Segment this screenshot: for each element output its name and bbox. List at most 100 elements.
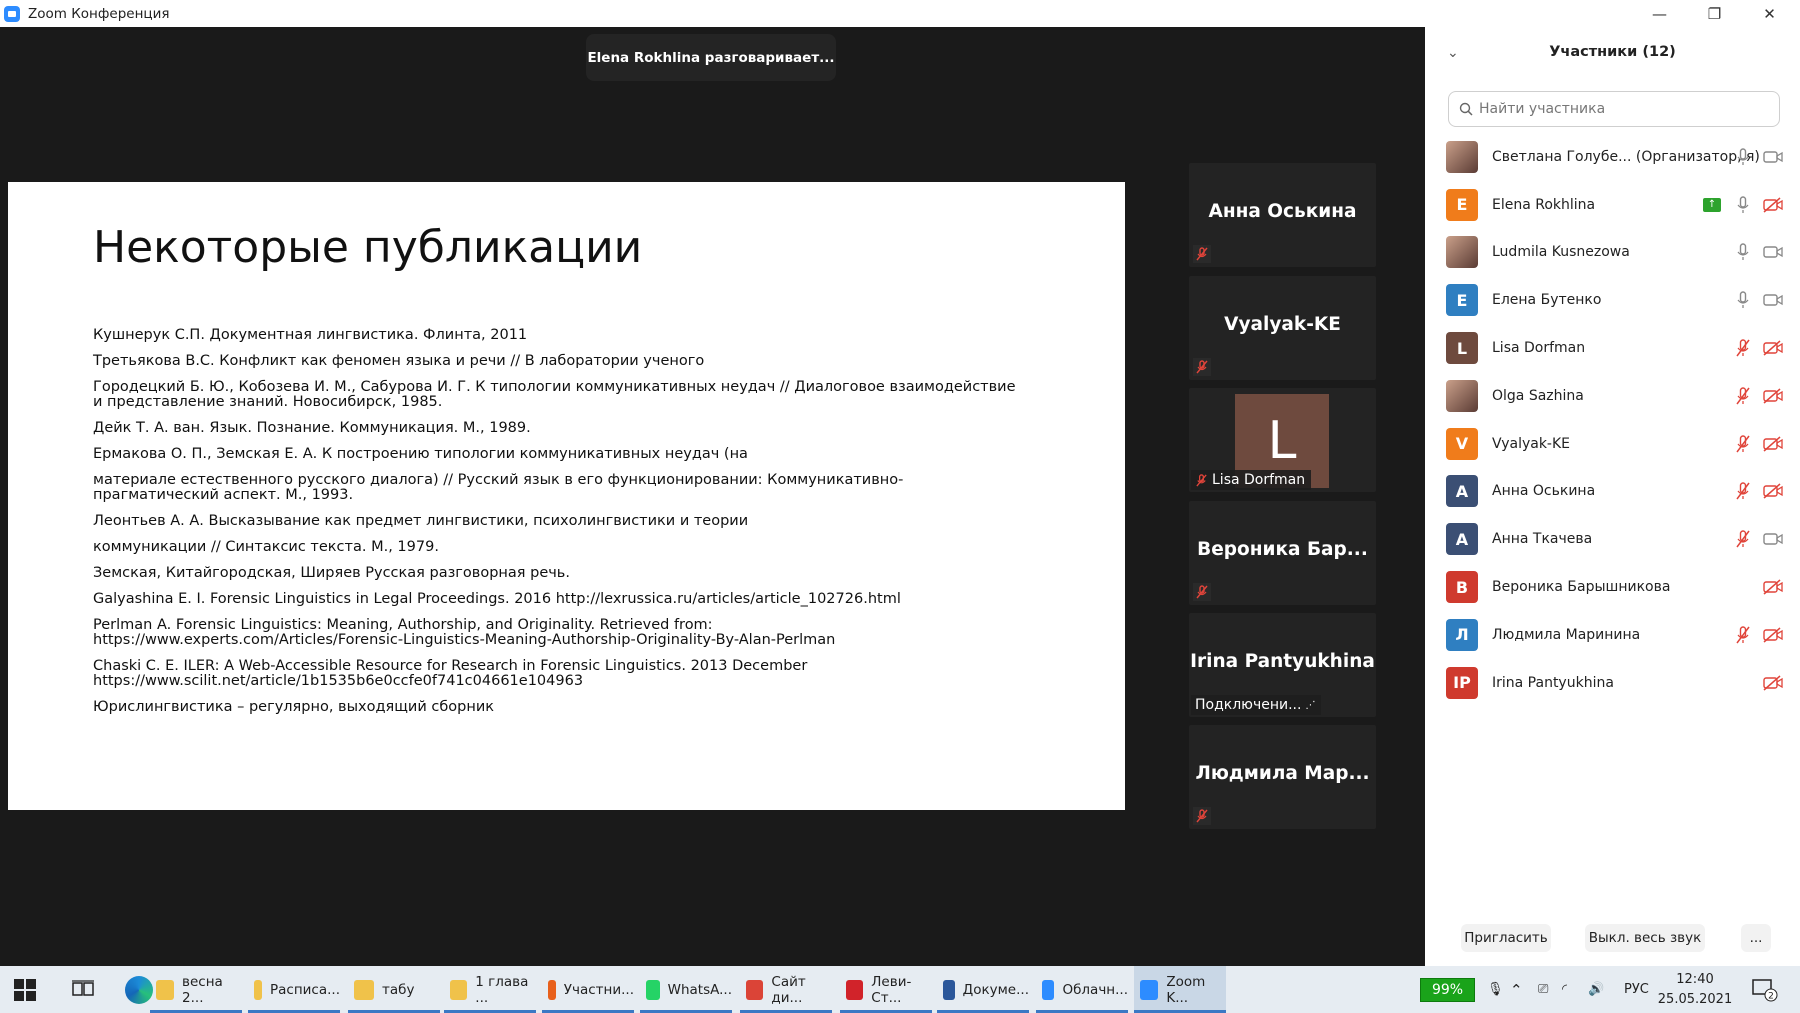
reference-item: Galyashina E. I. Forensic Linguistics in… [93,591,901,607]
mic-muted-icon[interactable] [1735,434,1751,453]
minimize-button[interactable]: — [1632,0,1687,27]
title-bar: Zoom Конференция — ❐ ✕ [0,0,1800,27]
notification-icon[interactable]: 2 [1752,978,1778,1002]
participant-row[interactable]: В Вероника Барышникова [1425,563,1800,611]
date: 25.05.2021 [1657,992,1733,1007]
panel-footer: Пригласить Выкл. весь звук ... [1425,918,1800,966]
app-icon [846,979,864,1000]
taskbar-app[interactable]: Докуме... [937,966,1029,1013]
camera-off-icon[interactable] [1763,436,1783,452]
language-indicator[interactable]: РУС [1624,966,1649,1013]
taskbar-app[interactable]: Сайт ди... [740,966,832,1013]
participant-row[interactable]: IP Irina Pantyukhina [1425,659,1800,707]
video-tile[interactable]: Vyalyak-KE [1189,276,1376,380]
taskbar-app-label: табу [382,981,415,998]
camera-icon[interactable] [1763,531,1783,547]
mute-all-button[interactable]: Выкл. весь звук [1585,924,1705,952]
avatar: А [1446,475,1478,508]
app-icon [746,979,764,1000]
mic-muted-icon[interactable] [1735,339,1751,357]
camera-off-icon[interactable] [1763,388,1783,404]
search-input[interactable] [1479,101,1759,117]
participant-row[interactable]: E Елена Бутенко [1425,276,1800,324]
wifi-icon[interactable]: ◜ [1562,966,1567,1013]
app-icon [1042,979,1055,1000]
muted-mic-icon [1193,245,1211,263]
camera-off-icon[interactable] [1763,675,1783,691]
chevron-up-icon[interactable]: ⌃ [1510,966,1523,1013]
camera-off-icon[interactable] [1763,627,1783,643]
mic-icon[interactable] [1735,148,1751,166]
participant-row[interactable]: Л Людмила Маринина [1425,611,1800,659]
participant-row[interactable]: E Elena Rokhlina ↑ [1425,181,1800,229]
video-tile[interactable]: Вероника Бар... [1189,501,1376,605]
participant-name: Lisa Dorfman [1492,340,1586,357]
taskbar-app[interactable]: Расписа... [248,966,340,1013]
camera-off-icon[interactable] [1763,197,1783,213]
taskbar-app[interactable]: Леви-Ст... [840,966,932,1013]
clock[interactable]: 12:40 25.05.2021 [1650,970,1740,1010]
volume-icon[interactable]: 🔊 [1588,966,1604,1013]
zoom-icon [4,5,20,22]
participant-row[interactable]: V Vyalyak-KE [1425,420,1800,468]
time: 12:40 [1676,972,1714,987]
participant-row[interactable]: Светлана Голубе... (Организатор, я) [1425,133,1800,181]
mic-tray-icon[interactable]: 🎙 [1487,966,1504,1013]
reference-item: материале естественного русского диалога… [93,472,904,503]
video-tile[interactable]: L Lisa Dorfman [1189,388,1376,492]
camera-icon[interactable] [1763,292,1783,308]
mic-icon[interactable] [1735,195,1751,214]
mic-icon[interactable] [1735,291,1751,309]
participant-row[interactable]: Olga Sazhina [1425,372,1800,420]
video-tile[interactable]: Людмила Мар... [1189,725,1376,829]
avatar: E [1446,284,1478,317]
display-icon[interactable]: ⎚ [1538,966,1548,1013]
share-screen-icon: ↑ [1703,197,1721,212]
participant-row[interactable]: А Анна Ткачева [1425,515,1800,563]
tile-name: Людмила Мар... [1195,763,1370,784]
camera-icon[interactable] [1763,149,1783,165]
taskbar-app[interactable]: Участни... [542,966,634,1013]
video-tile[interactable]: Irina Pantyukhina Подключени... ⋰ [1189,613,1376,717]
participant-row[interactable]: Ludmila Kusnezowa [1425,229,1800,277]
participant-row[interactable]: L Lisa Dorfman [1425,324,1800,372]
taskbar-app[interactable]: табу [348,966,440,1013]
windows-start-icon[interactable] [14,979,36,1001]
battery-indicator[interactable]: 99% [1420,978,1475,1002]
reference-item: Ермакова О. П., Земская Е. А. К построен… [93,446,748,462]
app-icon [156,979,175,1000]
camera-icon[interactable] [1763,244,1783,260]
edge-browser-icon[interactable] [125,976,153,1004]
taskbar: весна 2... Расписа... табу 1 глава ... Участ… [0,966,1800,1013]
mic-icon[interactable] [1735,243,1751,261]
camera-off-icon[interactable] [1763,483,1783,500]
signal-icon: ⋰ [1305,699,1316,711]
search-icon [1459,102,1473,116]
taskbar-app[interactable]: 1 глава ... [444,966,536,1013]
taskbar-app[interactable]: Облачн... [1036,966,1128,1013]
participant-list: Светлана Голубе... (Организатор, я) E Elen… [1425,133,1800,707]
participant-row[interactable]: А Анна Оськина [1425,468,1800,516]
close-button[interactable]: ✕ [1742,0,1797,27]
maximize-button[interactable]: ❐ [1687,0,1742,27]
video-tile[interactable]: Анна Оськина [1189,163,1376,267]
taskbar-app[interactable]: весна 2... [150,966,242,1013]
more-button[interactable]: ... [1741,924,1771,952]
muted-mic-icon [1193,358,1211,376]
mic-muted-icon[interactable] [1735,626,1751,644]
invite-button[interactable]: Пригласить [1461,924,1551,952]
mic-muted-icon[interactable] [1735,482,1751,500]
mic-muted-icon[interactable] [1735,387,1751,405]
camera-off-icon[interactable] [1763,340,1783,356]
avatar: А [1446,523,1478,556]
taskbar-app[interactable]: WhatsA... [640,966,732,1013]
task-view-icon[interactable] [72,980,94,998]
camera-off-icon[interactable] [1763,579,1783,595]
mic-muted-icon[interactable] [1735,530,1751,548]
app-icon [646,979,660,1000]
taskbar-app[interactable]: Zoom K... [1134,966,1226,1013]
taskbar-app-label: Zoom K... [1166,973,1206,1006]
tile-name: Irina Pantyukhina [1190,651,1375,672]
taskbar-app-label: Сайт ди... [771,973,806,1006]
participant-search[interactable] [1448,91,1780,127]
